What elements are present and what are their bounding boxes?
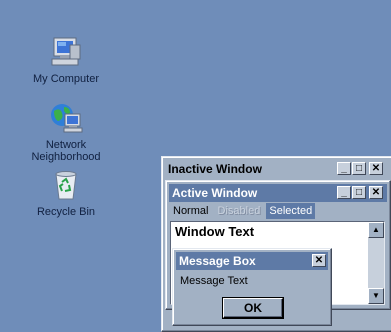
desktop-icon-network-neighborhood[interactable]: Network Neighborhood bbox=[11, 101, 121, 163]
ok-button[interactable]: OK bbox=[222, 297, 284, 319]
message-box-titlebar[interactable]: Message Box ✕ bbox=[176, 252, 328, 270]
minimize-button[interactable]: _ bbox=[337, 186, 351, 199]
close-button[interactable]: ✕ bbox=[312, 254, 326, 267]
desktop-icon-label: Network Neighborhood bbox=[31, 139, 101, 163]
menu-item-normal[interactable]: Normal bbox=[170, 203, 211, 219]
message-text: Message Text bbox=[180, 275, 248, 287]
inactive-window-titlebar[interactable]: Inactive Window _ □ ✕ bbox=[165, 160, 389, 178]
desktop-icon-my-computer[interactable]: My Computer bbox=[11, 35, 121, 85]
menu-item-disabled: Disabled bbox=[217, 205, 261, 217]
maximize-button[interactable]: □ bbox=[352, 186, 366, 199]
menu-bar: Normal Disabled Selected bbox=[170, 203, 386, 219]
maximize-button[interactable]: □ bbox=[352, 162, 366, 175]
scroll-up-arrow-icon[interactable]: ▲ bbox=[368, 222, 384, 238]
computer-icon bbox=[48, 35, 84, 69]
desktop-icon-label: My Computer bbox=[32, 73, 100, 85]
desktop-icon-recycle-bin[interactable]: Recycle Bin bbox=[11, 168, 121, 218]
recycle-bin-icon bbox=[48, 168, 84, 202]
scroll-down-arrow-icon[interactable]: ▼ bbox=[368, 288, 384, 304]
desktop-icon-label: Recycle Bin bbox=[36, 206, 96, 218]
message-box-title: Message Box bbox=[179, 254, 256, 268]
active-window-title: Active Window bbox=[172, 186, 258, 200]
message-box[interactable]: Message Box ✕ Message Text OK bbox=[172, 248, 332, 326]
menu-item-selected[interactable]: Selected bbox=[266, 203, 316, 219]
close-button[interactable]: ✕ bbox=[369, 186, 383, 199]
inactive-window-title: Inactive Window bbox=[168, 162, 262, 176]
active-window-titlebar[interactable]: Active Window _ □ ✕ bbox=[169, 184, 387, 202]
minimize-button[interactable]: _ bbox=[337, 162, 351, 175]
network-icon bbox=[48, 101, 84, 135]
close-button[interactable]: ✕ bbox=[369, 162, 383, 175]
vertical-scrollbar[interactable]: ▲ ▼ bbox=[368, 222, 384, 304]
window-text: Window Text bbox=[175, 224, 255, 239]
